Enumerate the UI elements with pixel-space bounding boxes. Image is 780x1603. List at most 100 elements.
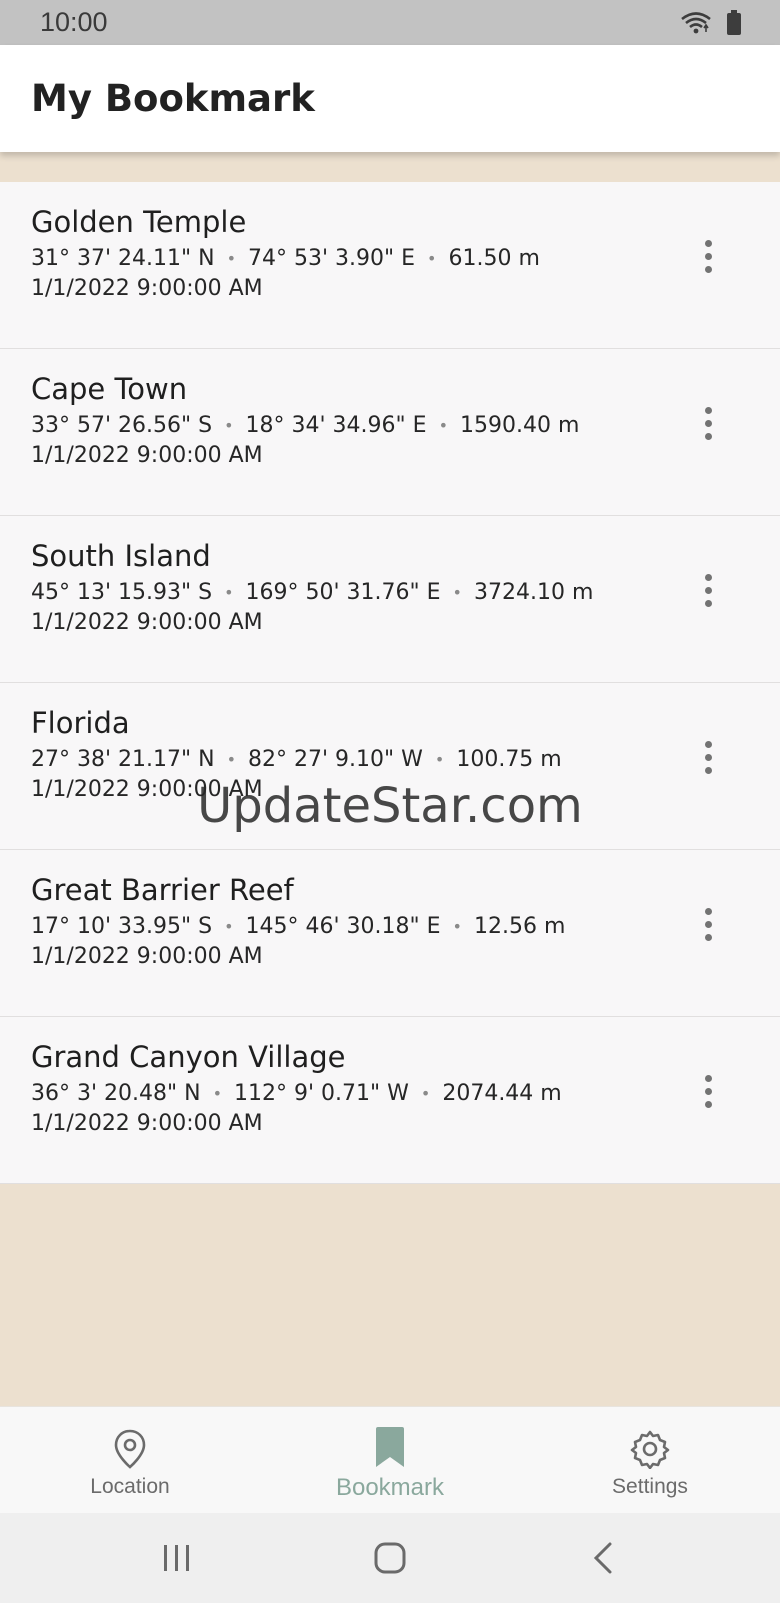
more-vert-icon bbox=[704, 406, 712, 414]
more-options-button[interactable] bbox=[690, 568, 726, 612]
nav-item-location[interactable]: Location bbox=[0, 1407, 260, 1513]
longitude: 82° 27' 9.10" W bbox=[248, 747, 423, 772]
bookmark-coordinates: 27° 38' 21.17" N • 82° 27' 9.10" W • 100.75 … bbox=[31, 745, 780, 775]
longitude: 169° 50' 31.76" E bbox=[245, 580, 441, 605]
nav-item-bookmark[interactable]: Bookmark bbox=[260, 1407, 520, 1513]
bookmark-name: Golden Temple bbox=[31, 205, 247, 239]
latitude: 27° 38' 21.17" N bbox=[31, 747, 215, 772]
more-vert-icon-dot bbox=[704, 599, 712, 607]
battery-icon bbox=[727, 9, 741, 35]
nav-item-settings[interactable]: Settings bbox=[520, 1407, 780, 1513]
back-button[interactable] bbox=[563, 1528, 643, 1588]
more-vert-icon-dot bbox=[704, 265, 712, 273]
status-bar: 10:00 bbox=[0, 0, 780, 45]
bottom-navigation: Location Bookmark Settings bbox=[0, 1406, 780, 1513]
separator-dot: • bbox=[224, 583, 234, 602]
bookmark-coordinates: 36° 3' 20.48" N • 112° 9' 0.71" W • 2074.44 … bbox=[31, 1079, 780, 1109]
bookmark-item[interactable]: Great Barrier Reef 17° 10' 33.95" S • 145°… bbox=[0, 850, 780, 1017]
more-vert-icon bbox=[704, 1074, 712, 1082]
latitude: 36° 3' 20.48" N bbox=[31, 1081, 201, 1106]
altitude: 100.75 m bbox=[456, 747, 562, 772]
more-options-button[interactable] bbox=[690, 902, 726, 946]
bookmark-icon bbox=[376, 1427, 404, 1467]
more-vert-icon-dot bbox=[704, 1087, 712, 1095]
home-icon bbox=[374, 1542, 406, 1574]
bookmark-name: South Island bbox=[31, 539, 211, 573]
bookmark-date: 1/1/2022 9:00:00 AM bbox=[31, 276, 263, 301]
latitude: 45° 13' 15.93" S bbox=[31, 580, 213, 605]
longitude: 74° 53' 3.90" E bbox=[248, 246, 416, 271]
more-options-button[interactable] bbox=[690, 1069, 726, 1113]
latitude: 31° 37' 24.11" N bbox=[31, 246, 215, 271]
bookmark-date: 1/1/2022 9:00:00 AM bbox=[31, 443, 263, 468]
bookmark-item[interactable]: Golden Temple 31° 37' 24.11" N • 74° 53' 3… bbox=[0, 182, 780, 349]
bookmark-coordinates: 31° 37' 24.11" N • 74° 53' 3.90" E • 61.50 m bbox=[31, 244, 780, 274]
status-time: 10:00 bbox=[40, 7, 108, 37]
altitude: 1590.40 m bbox=[460, 413, 580, 438]
bookmark-name: Grand Canyon Village bbox=[31, 1040, 346, 1074]
bookmark-date: 1/1/2022 9:00:00 AM bbox=[31, 610, 263, 635]
more-vert-icon-dot bbox=[704, 1100, 712, 1108]
bookmark-item[interactable]: Grand Canyon Village 36° 3' 20.48" N • 112… bbox=[0, 1017, 780, 1184]
bookmark-coordinates: 45° 13' 15.93" S • 169° 50' 31.76" E • 3724.… bbox=[31, 578, 780, 608]
more-vert-icon-dot bbox=[704, 933, 712, 941]
altitude: 3724.10 m bbox=[473, 580, 594, 605]
more-vert-icon bbox=[704, 239, 712, 247]
more-vert-icon-dot bbox=[704, 753, 712, 761]
separator-dot: • bbox=[226, 750, 237, 769]
bookmark-date: 1/1/2022 9:00:00 AM bbox=[31, 777, 263, 802]
bookmark-date: 1/1/2022 9:00:00 AM bbox=[31, 944, 263, 969]
separator-dot: • bbox=[420, 1084, 431, 1103]
separator-dot: • bbox=[434, 750, 445, 769]
system-navigation-bar bbox=[0, 1513, 780, 1603]
altitude: 61.50 m bbox=[448, 246, 540, 271]
more-vert-icon-dot bbox=[704, 252, 712, 260]
longitude: 112° 9' 0.71" W bbox=[234, 1081, 409, 1106]
more-vert-icon-dot bbox=[704, 920, 712, 928]
nav-label: Settings bbox=[612, 1475, 688, 1498]
latitude: 17° 10' 33.95" S bbox=[31, 914, 213, 939]
longitude: 18° 34' 34.96" E bbox=[245, 413, 427, 438]
more-options-button[interactable] bbox=[690, 234, 726, 278]
more-vert-icon bbox=[704, 907, 712, 915]
altitude: 12.56 m bbox=[473, 914, 566, 939]
nav-label: Bookmark bbox=[335, 1474, 445, 1501]
altitude: 2074.44 m bbox=[442, 1081, 562, 1106]
bookmark-coordinates: 33° 57' 26.56" S • 18° 34' 34.96" E • 1590.4… bbox=[31, 411, 780, 441]
separator-dot: • bbox=[452, 917, 462, 936]
bookmark-list: Golden Temple 31° 37' 24.11" N • 74° 53' 3… bbox=[0, 182, 780, 1184]
recent-apps-button[interactable] bbox=[137, 1528, 217, 1588]
app-bar: My Bookmark bbox=[0, 45, 780, 152]
more-vert-icon-dot bbox=[704, 766, 712, 774]
recent-apps-icon bbox=[163, 1545, 189, 1571]
more-options-button[interactable] bbox=[690, 735, 726, 779]
separator-dot: • bbox=[212, 1084, 223, 1103]
status-icons bbox=[680, 9, 742, 36]
location-pin-icon bbox=[114, 1429, 146, 1469]
bookmark-date: 1/1/2022 9:00:00 AM bbox=[31, 1111, 263, 1136]
latitude: 33° 57' 26.56" S bbox=[31, 413, 213, 438]
more-vert-icon-dot bbox=[704, 432, 712, 440]
separator-dot: • bbox=[427, 249, 437, 268]
home-button[interactable] bbox=[350, 1528, 430, 1588]
bookmark-item[interactable]: Cape Town 33° 57' 26.56" S • 18° 34' 34.96… bbox=[0, 349, 780, 516]
gear-icon bbox=[630, 1430, 670, 1469]
separator-dot: • bbox=[224, 917, 234, 936]
more-vert-icon bbox=[704, 740, 712, 748]
bookmark-name: Cape Town bbox=[31, 372, 188, 406]
separator-dot: • bbox=[452, 583, 462, 602]
separator-dot: • bbox=[224, 416, 234, 435]
bookmark-name: Florida bbox=[31, 706, 130, 740]
bookmark-item[interactable]: South Island 45° 13' 15.93" S • 169° 50' 3… bbox=[0, 516, 780, 683]
more-vert-icon-dot bbox=[704, 419, 712, 427]
page-title: My Bookmark bbox=[31, 77, 315, 120]
longitude: 145° 46' 30.18" E bbox=[245, 914, 441, 939]
more-vert-icon-dot bbox=[704, 586, 712, 594]
more-vert-icon bbox=[704, 573, 712, 581]
bookmark-item[interactable]: Florida 27° 38' 21.17" N • 82° 27' 9.10" W… bbox=[0, 683, 780, 850]
back-icon bbox=[594, 1542, 612, 1574]
wifi-icon bbox=[681, 11, 711, 33]
separator-dot: • bbox=[226, 249, 237, 268]
more-options-button[interactable] bbox=[690, 401, 726, 445]
bookmark-coordinates: 17° 10' 33.95" S • 145° 46' 30.18" E • 12.56… bbox=[31, 912, 780, 942]
